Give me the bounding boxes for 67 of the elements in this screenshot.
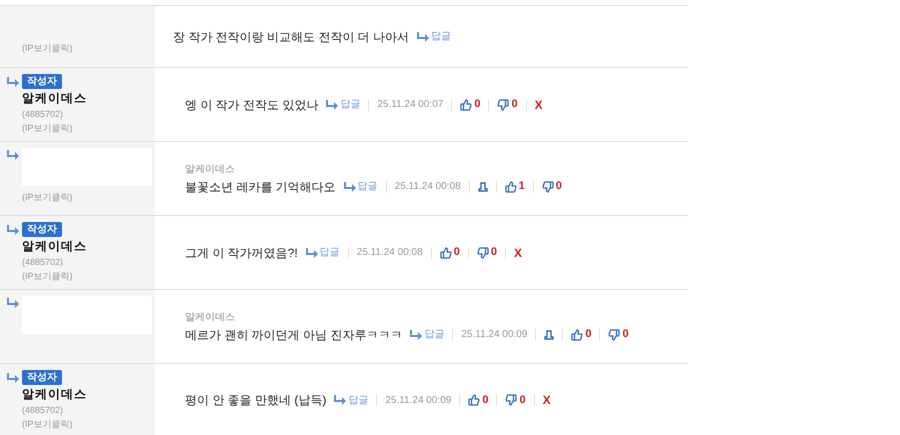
comment-date: 25.11.24 00:09: [461, 328, 528, 342]
reply-arrow-icon: [7, 372, 19, 382]
reply-link[interactable]: 답글: [306, 245, 340, 260]
comment-text: 메르가 괜히 까이던게 아님 진자루ㅋㅋㅋ: [185, 326, 402, 344]
reply-arrow-icon: [344, 182, 356, 192]
dislike-count: 0: [622, 327, 629, 342]
like-count: 0: [454, 245, 460, 260]
thumbs-down-icon[interactable]: [497, 98, 510, 110]
comment-date: 25.11.24 00:08: [394, 180, 461, 194]
thumbs-up-icon[interactable]: [504, 180, 517, 192]
comment-text: 그게 이 작가꺼였음?!: [185, 244, 298, 262]
author-badge: 작성자: [22, 370, 62, 385]
comment-text: 평이 안 좋을 만했네 (납득): [185, 392, 326, 409]
reply-arrow-icon: [417, 32, 430, 42]
comment-date: 25.11.24 00:07: [377, 98, 444, 112]
author-badge: 작성자: [22, 222, 62, 237]
reply-arrow-icon: [306, 248, 318, 258]
reply-arrow-icon: [410, 330, 422, 340]
dislike-count: 0: [511, 97, 518, 112]
reply-link[interactable]: 답글: [334, 392, 368, 408]
comment-text: 불꽃소년 레카를 기억해다오: [185, 178, 336, 196]
user-nickname: 알케이데스: [22, 90, 88, 107]
reply-link[interactable]: 답글: [410, 327, 444, 342]
comment-text: 엥 이 작가 전작도 있었나: [185, 96, 318, 114]
user-nickname: 알케이데스: [22, 386, 88, 403]
reply-link[interactable]: 답글: [326, 97, 360, 112]
ip-view-link[interactable]: (IP보기클릭): [22, 417, 155, 431]
reply-target-name: 알케이데스: [185, 162, 236, 176]
thumbs-up-icon[interactable]: [468, 394, 480, 406]
ip-view-link[interactable]: (IP보기클릭): [22, 190, 155, 204]
like-count: 0: [474, 97, 480, 112]
user-nickname: 알케이데스: [22, 238, 88, 255]
reply-arrow-icon: [334, 395, 346, 405]
dislike-count: 0: [490, 245, 497, 260]
thumbs-up-icon[interactable]: [440, 246, 452, 258]
reply-link[interactable]: 답글: [344, 179, 378, 194]
comment-date: 25.11.24 00:09: [385, 394, 452, 408]
like-count: 0: [482, 392, 488, 408]
reply-arrow-icon: [7, 76, 19, 86]
user-id: (4885702): [22, 108, 64, 121]
thumbs-up-icon[interactable]: [460, 98, 472, 110]
ip-view-link[interactable]: (IP보기클릭): [22, 269, 155, 283]
reply-arrow-icon: [7, 224, 19, 234]
delete-button[interactable]: X: [514, 244, 522, 262]
reply-link[interactable]: 답글: [417, 29, 452, 44]
comment-date: 25.11.24 00:08: [356, 246, 423, 260]
ip-view-link[interactable]: (IP보기클릭): [22, 121, 155, 135]
thumbs-up-icon[interactable]: [571, 328, 584, 340]
delete-button[interactable]: X: [542, 391, 551, 409]
user-id: (4885702): [22, 256, 64, 269]
thumbs-down-icon[interactable]: [505, 394, 518, 406]
like-count: 1: [518, 179, 525, 194]
thumbs-down-icon[interactable]: [542, 180, 554, 192]
dislike-count: 0: [556, 179, 562, 194]
like-count: 0: [585, 327, 592, 342]
reply-arrow-icon: [326, 100, 338, 110]
ip-view-link[interactable]: (IP보기클릭): [22, 41, 155, 55]
user-id: (4885702): [22, 404, 64, 417]
reply-target-name: 알케이데스: [185, 310, 236, 324]
reply-arrow-icon: [7, 298, 19, 308]
dislike-count: 0: [519, 392, 526, 408]
author-badge: 작성자: [22, 74, 62, 89]
reply-arrow-icon: [7, 150, 19, 160]
thumbs-down-icon[interactable]: [476, 246, 489, 258]
delete-button[interactable]: X: [534, 96, 543, 114]
comment-text: 장 작가 전작이랑 비교해도 전작이 더 나아서: [173, 28, 410, 46]
thumbs-down-icon[interactable]: [608, 328, 620, 340]
